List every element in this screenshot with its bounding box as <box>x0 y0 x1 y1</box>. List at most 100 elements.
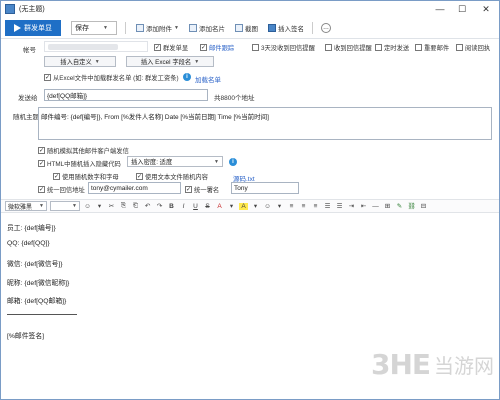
bullet-list-icon[interactable]: ☰ <box>323 202 332 210</box>
info-icon[interactable]: i <box>183 73 191 81</box>
reply-remind-checkbox[interactable]: 收到回信提醒 <box>325 43 372 52</box>
toolbar-divider <box>311 21 313 34</box>
checkbox-box: ✓ <box>44 74 51 81</box>
minimize-button[interactable]: — <box>429 1 451 17</box>
reply-address-label: 统一回信地址 <box>47 187 85 194</box>
load-list-link[interactable]: 加载名单 <box>195 74 221 84</box>
add-card-button[interactable]: 添加名片 <box>188 23 225 33</box>
signature-field[interactable]: Tony <box>231 182 299 194</box>
account-field[interactable] <box>44 41 148 52</box>
italic-icon[interactable]: I <box>179 203 188 210</box>
outdent-icon[interactable]: ⇤ <box>359 202 368 210</box>
insert-density-select[interactable]: 插入密度: 适度 ▼ <box>127 156 223 167</box>
reply-address-field[interactable]: tony@cymailer.com <box>88 182 181 194</box>
indent-icon[interactable]: ⇥ <box>347 202 356 210</box>
chevron-down-icon[interactable]: ▾ <box>227 202 236 210</box>
source-view-icon[interactable]: ⊟ <box>419 202 428 210</box>
chevron-down-icon[interactable]: ▾ <box>95 202 104 210</box>
info-icon[interactable]: i <box>229 158 237 166</box>
align-center-icon[interactable]: ≡ <box>299 203 308 210</box>
strikethrough-icon[interactable]: S <box>203 203 212 210</box>
important-mail-checkbox[interactable]: 重要邮件 <box>415 43 449 52</box>
paperclip-icon <box>136 23 144 32</box>
load-excel-checkbox[interactable]: ✓ 从Excel文件中加载群发名单 (如: 群发工资条) <box>44 73 179 82</box>
screenshot-button[interactable]: 截图 <box>234 23 258 33</box>
insert-density-value: 插入密度: 适度 <box>131 159 173 166</box>
font-value: 微软雅黑 <box>8 204 33 211</box>
auto-remind-checkbox[interactable]: 3天没收到回信提醒 <box>252 43 315 52</box>
horizontal-rule-icon[interactable]: — <box>371 203 380 210</box>
body-line: [%邮件签名] <box>7 333 45 340</box>
insert-excel-field-button[interactable]: 插入 Excel 字段名 ▼ <box>126 56 214 67</box>
card-icon <box>188 23 197 32</box>
paste-icon[interactable]: ⎗ <box>131 202 140 210</box>
add-attachment-label: 添加附件 <box>146 25 172 33</box>
chevron-down-icon: ▼ <box>72 203 77 209</box>
maximize-button[interactable]: ☐ <box>451 1 473 17</box>
simulate-client-checkbox[interactable]: ✓ 随机模拟其他邮件客户端发信 <box>38 146 129 155</box>
add-attachment-button[interactable]: 添加附件 ▼ <box>136 23 179 33</box>
signature-icon <box>267 23 276 32</box>
smiley-icon[interactable]: ☺ <box>263 203 272 210</box>
edit-icon[interactable]: ✎ <box>395 202 404 210</box>
table-icon[interactable]: ⊞ <box>383 202 392 210</box>
link-icon[interactable]: ⛓ <box>407 202 416 210</box>
send-to-field[interactable]: {def[QQ邮箱]} <box>44 89 208 101</box>
send-button[interactable]: 群发单显 <box>5 19 61 36</box>
redo-icon[interactable]: ↷ <box>155 202 164 210</box>
chevron-down-icon: ▼ <box>103 24 108 31</box>
align-left-icon[interactable]: ≡ <box>287 203 296 210</box>
scheduled-send-checkbox[interactable]: 定时发送 <box>375 43 409 52</box>
important-mail-label: 重要邮件 <box>424 45 450 52</box>
body-line: QQ: {def[QQ]} <box>7 240 50 247</box>
text-file-checkbox[interactable]: ✓ 使用文本文件随机内容 <box>136 172 208 181</box>
chevron-down-icon: ▼ <box>214 158 219 165</box>
font-select[interactable]: 微软雅黑 ▼ <box>5 201 47 211</box>
screenshot-icon <box>234 23 243 32</box>
copy-icon[interactable]: ⎘ <box>119 202 128 210</box>
insert-signature-button[interactable]: 插入签名 <box>267 23 304 33</box>
insert-custom-button[interactable]: 插入自定义 ▼ <box>44 56 116 67</box>
save-button[interactable]: 保存 ▼ <box>71 20 117 35</box>
subject-field[interactable]: 邮件编号: {def[编号]}, From [%发件人名称] Date [%当前… <box>38 107 492 140</box>
mail-tracking-label: 邮件跟踪 <box>209 45 235 52</box>
chevron-down-icon: ▼ <box>174 24 179 31</box>
chevron-down-icon[interactable]: ▾ <box>251 202 260 210</box>
chevron-down-icon: ▼ <box>194 58 200 65</box>
emoji-icon[interactable]: ☺ <box>83 203 92 210</box>
watermark-brand: 3HE <box>371 348 431 381</box>
font-color-icon[interactable]: A <box>215 203 224 210</box>
bold-icon[interactable]: B <box>167 203 176 210</box>
numbered-list-icon[interactable]: ☰ <box>335 202 344 210</box>
align-right-icon[interactable]: ≡ <box>311 203 320 210</box>
chevron-down-icon[interactable]: ▾ <box>275 202 284 210</box>
font-size-select[interactable]: ▼ <box>50 201 80 211</box>
watermark-text: 当游网 <box>434 354 495 378</box>
close-button[interactable]: ✕ <box>473 1 499 17</box>
checkbox-box <box>375 44 382 51</box>
random-digits-checkbox[interactable]: ✓ 使用随机数字和字母 <box>53 172 119 181</box>
reply-address-checkbox[interactable]: ✓ 统一回信地址 <box>38 185 85 194</box>
mail-tracking-checkbox[interactable]: ✓ 邮件跟踪 <box>200 43 234 52</box>
highlight-icon[interactable]: A <box>239 202 248 210</box>
cut-icon[interactable]: ✂ <box>107 202 116 210</box>
unified-signature-checkbox[interactable]: ✓ 统一署名 <box>185 185 219 194</box>
insert-excel-field-label: 插入 Excel 字段名 <box>140 59 192 66</box>
html-hidden-code-checkbox[interactable]: ✓ HTML中随机插入隐藏代码 <box>38 159 121 168</box>
underline-icon[interactable]: U <box>191 203 200 210</box>
account-label: 帐号 <box>23 47 36 54</box>
site-watermark: 3HE 当游网 <box>371 348 494 381</box>
insert-custom-label: 插入自定义 <box>60 59 92 66</box>
undo-icon[interactable]: ↶ <box>143 202 152 210</box>
main-toolbar: 群发单显 保存 ▼ 添加附件 ▼ 添加名片 截图 插入签名 … <box>1 17 499 39</box>
unified-signature-label: 统一署名 <box>194 187 220 194</box>
read-receipt-label: 阅读回执 <box>465 45 491 52</box>
more-options-icon[interactable]: … <box>320 22 331 33</box>
mass-send-label: 群发单显 <box>163 45 189 52</box>
read-receipt-checkbox[interactable]: 阅读回执 <box>456 43 490 52</box>
checkbox-box: ✓ <box>185 186 192 193</box>
checkbox-box <box>325 44 332 51</box>
mass-send-checkbox[interactable]: ✓ 群发单显 <box>154 43 188 52</box>
blurred-account <box>48 44 118 50</box>
title-bar: (无主题) — ☐ ✕ <box>1 1 499 17</box>
